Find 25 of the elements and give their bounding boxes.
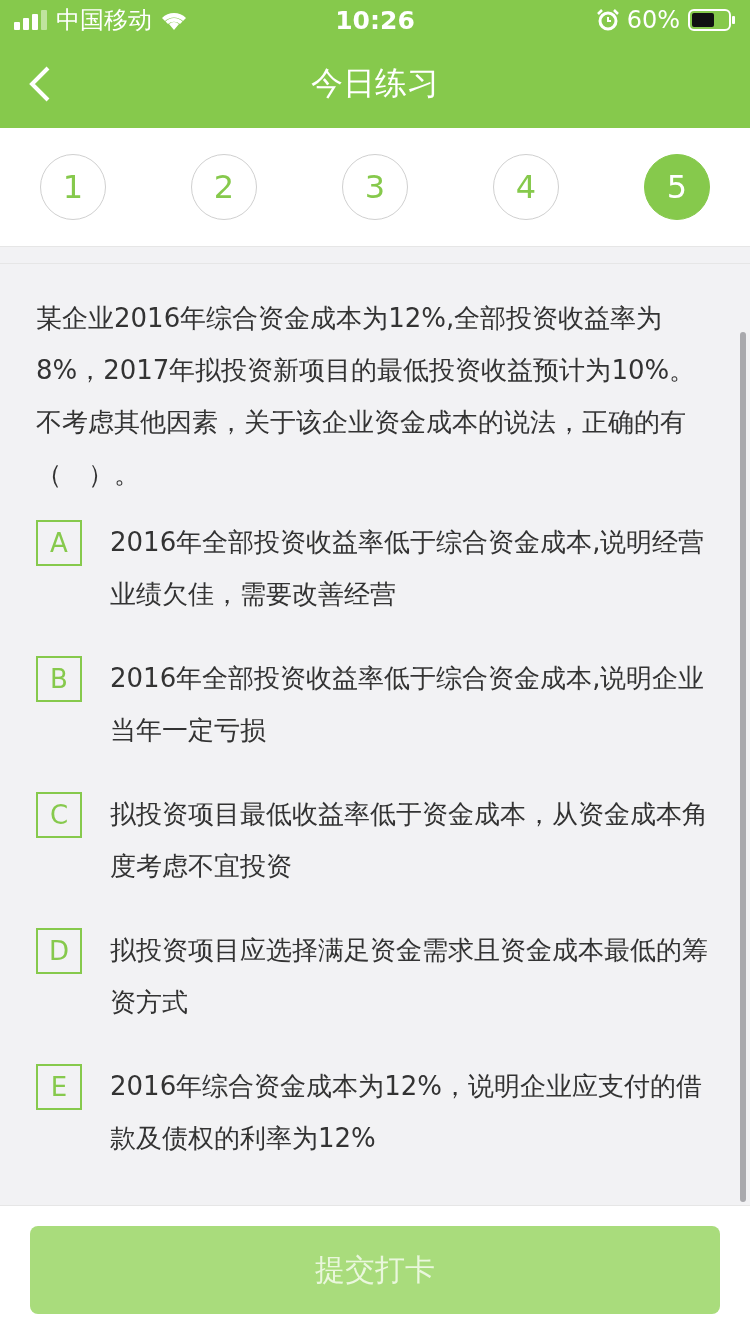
question-number-tab[interactable]: 5: [644, 154, 710, 220]
question-number-tab[interactable]: 1: [40, 154, 106, 220]
back-icon[interactable]: [28, 66, 52, 102]
option-letter-box[interactable]: C: [36, 792, 82, 838]
option-letter-box[interactable]: B: [36, 656, 82, 702]
question-number-tab[interactable]: 2: [191, 154, 257, 220]
option-text[interactable]: 拟投资项目最低收益率低于资金成本，从资金成本角度考虑不宜投资: [110, 788, 714, 892]
question-number-tab[interactable]: 4: [493, 154, 559, 220]
clock-time: 10:26: [335, 5, 415, 35]
carrier-name: 中国移动: [56, 5, 152, 36]
option-text[interactable]: 2016年综合资金成本为12%，说明企业应支付的借款及债权的利率为12%: [110, 1060, 714, 1164]
wifi-icon: [160, 10, 188, 30]
option-letter-box[interactable]: E: [36, 1064, 82, 1110]
question-text: 某企业2016年综合资金成本为12%,全部投资收益率为8%，2017年拟投资新项目的最低投资收益预计为10%。不考虑其他因素，关于该企业资金成本的说法，正确的有（ ）。: [36, 302, 697, 491]
option-letter-box[interactable]: A: [36, 520, 82, 566]
battery-icon: [688, 9, 736, 31]
page-title: 今日练习: [311, 63, 439, 104]
signal-icon: [14, 10, 48, 30]
option-letter-box[interactable]: D: [36, 928, 82, 974]
question-number-tab[interactable]: 3: [342, 154, 408, 220]
alarm-clock-icon: [596, 9, 619, 31]
option-text[interactable]: 2016年全部投资收益率低于综合资金成本,说明经营业绩欠佳，需要改善经营: [110, 516, 714, 620]
option-text[interactable]: 拟投资项目应选择满足资金需求且资金成本最低的筹资方式: [110, 924, 714, 1028]
option-text[interactable]: 2016年全部投资收益率低于综合资金成本,说明企业当年一定亏损: [110, 652, 714, 756]
battery-percent: 60%: [626, 6, 680, 34]
